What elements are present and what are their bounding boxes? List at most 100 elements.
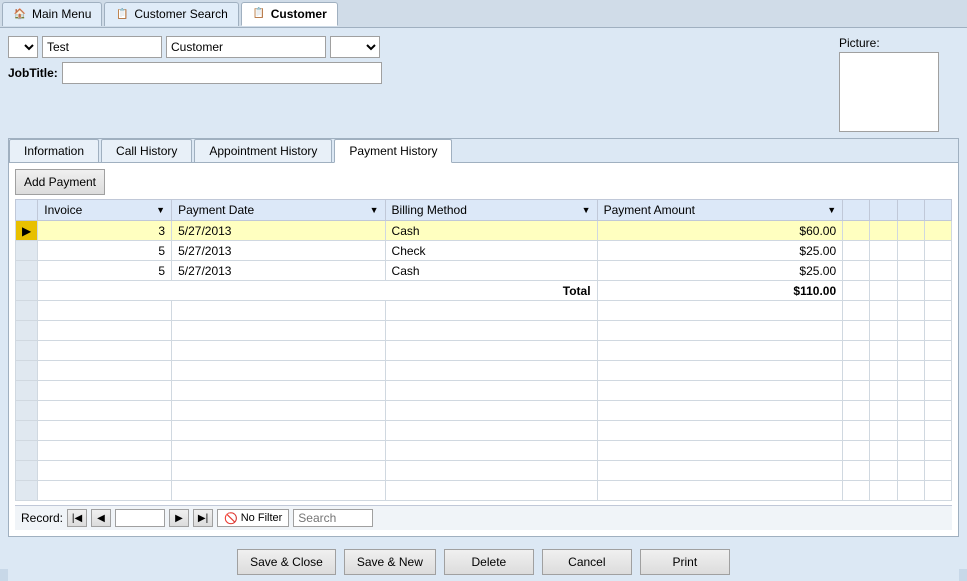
- row-selector-1: ▶: [16, 221, 38, 241]
- billing-method-col-label: Billing Method: [392, 203, 467, 217]
- empty-table-row: [16, 401, 952, 421]
- row-selector-2: [16, 241, 38, 261]
- col-header-payment-date[interactable]: Payment Date ▼: [172, 200, 385, 221]
- extra-col-4: [924, 200, 951, 221]
- delete-button[interactable]: Delete: [444, 549, 534, 575]
- total-empty-d: [924, 281, 951, 301]
- empty-cell-3a: [843, 261, 870, 281]
- save-close-button[interactable]: Save & Close: [237, 549, 336, 575]
- col-header-payment-amount[interactable]: Payment Amount ▼: [597, 200, 843, 221]
- total-empty-b: [870, 281, 897, 301]
- empty-table-row: [16, 301, 952, 321]
- empty-table-row: [16, 481, 952, 501]
- payment-table-wrapper: Invoice ▼ Payment Date ▼: [15, 199, 952, 501]
- tab-customer-search[interactable]: 📋 Customer Search: [104, 2, 238, 26]
- empty-cell-2b: [870, 241, 897, 261]
- main-tab-bar: 🏠 Main Menu 📋 Customer Search 📋 Customer: [0, 0, 967, 28]
- nav-last-button[interactable]: ▶|: [193, 509, 213, 527]
- col-header-billing-method[interactable]: Billing Method ▼: [385, 200, 597, 221]
- empty-cell-3b: [870, 261, 897, 281]
- sub-tab-bar: Information Call History Appointment His…: [9, 139, 958, 163]
- prefix-dropdown[interactable]: Mr. Mrs. Ms.: [8, 36, 38, 58]
- tab-appointment-history[interactable]: Appointment History: [194, 139, 332, 162]
- payment-history-content: Add Payment Invoice ▼: [9, 163, 958, 536]
- payment-amount-cell-3: $25.00: [597, 261, 843, 281]
- print-label: Print: [673, 555, 698, 569]
- empty-cell-2d: [924, 241, 951, 261]
- invoice-sort-arrow: ▼: [156, 205, 165, 215]
- tab-call-history[interactable]: Call History: [101, 139, 192, 162]
- total-row: Total $110.00: [16, 281, 952, 301]
- add-payment-label: Add Payment: [24, 175, 96, 189]
- customer-name-row: Mr. Mrs. Ms. Jr. Sr.: [8, 36, 831, 58]
- customer-header: Mr. Mrs. Ms. Jr. Sr. JobTitle: Picture: [8, 36, 959, 132]
- filter-icon: 🚫: [224, 512, 238, 525]
- payment-date-cell-1: 5/27/2013: [172, 221, 385, 241]
- tab-information[interactable]: Information: [9, 139, 99, 162]
- col-header-invoice[interactable]: Invoice ▼: [38, 200, 172, 221]
- record-search-input[interactable]: [293, 509, 373, 527]
- no-filter-label: No Filter: [241, 512, 283, 524]
- tab-main-menu-label: Main Menu: [32, 7, 91, 21]
- empty-cell-1b: [870, 221, 897, 241]
- row-selector-header: [16, 200, 38, 221]
- customer-search-icon: 📋: [115, 7, 129, 21]
- nav-prev-button[interactable]: ◀: [91, 509, 111, 527]
- tab-customer[interactable]: 📋 Customer: [241, 2, 338, 26]
- jobtitle-input[interactable]: [62, 62, 382, 84]
- empty-cell-2a: [843, 241, 870, 261]
- empty-table-row: [16, 341, 952, 361]
- billing-method-cell-3: Cash: [385, 261, 597, 281]
- extra-col-2: [870, 200, 897, 221]
- empty-table-row: [16, 381, 952, 401]
- empty-cell-3d: [924, 261, 951, 281]
- no-filter-button[interactable]: 🚫 No Filter: [217, 509, 289, 527]
- empty-table-row: [16, 441, 952, 461]
- payment-date-col-label: Payment Date: [178, 203, 254, 217]
- table-row[interactable]: ▶ 3 5/27/2013 Cash $60.00: [16, 221, 952, 241]
- billing-method-sort-arrow: ▼: [582, 205, 591, 215]
- customer-fields: Mr. Mrs. Ms. Jr. Sr. JobTitle:: [8, 36, 831, 84]
- empty-cell-1a: [843, 221, 870, 241]
- print-button[interactable]: Print: [640, 549, 730, 575]
- add-payment-button[interactable]: Add Payment: [15, 169, 105, 195]
- empty-table-row: [16, 421, 952, 441]
- tab-payment-history[interactable]: Payment History: [334, 139, 452, 163]
- billing-method-cell-2: Check: [385, 241, 597, 261]
- tab-call-history-label: Call History: [116, 144, 177, 158]
- extra-col-1: [843, 200, 870, 221]
- table-row[interactable]: 5 5/27/2013 Cash $25.00: [16, 261, 952, 281]
- tab-payment-history-label: Payment History: [349, 144, 437, 158]
- empty-cell-3c: [897, 261, 924, 281]
- invoice-col-label: Invoice: [44, 203, 82, 217]
- record-nav-label: Record:: [21, 511, 63, 525]
- payment-amount-sort-arrow: ▼: [827, 205, 836, 215]
- main-content: Mr. Mrs. Ms. Jr. Sr. JobTitle: Picture: [0, 28, 967, 569]
- sub-tab-container: Information Call History Appointment His…: [8, 138, 959, 537]
- picture-area: Picture:: [839, 36, 959, 132]
- picture-box: [839, 52, 939, 132]
- picture-label: Picture:: [839, 36, 880, 50]
- total-label: Total: [38, 281, 597, 301]
- tab-main-menu[interactable]: 🏠 Main Menu: [2, 2, 102, 26]
- suffix-dropdown[interactable]: Jr. Sr.: [330, 36, 380, 58]
- first-name-input[interactable]: [42, 36, 162, 58]
- total-empty-a: [843, 281, 870, 301]
- record-number-input[interactable]: [115, 509, 165, 527]
- cancel-button[interactable]: Cancel: [542, 549, 632, 575]
- invoice-cell-1: 3: [38, 221, 172, 241]
- nav-next-button[interactable]: ▶: [169, 509, 189, 527]
- payment-date-sort-arrow: ▼: [370, 205, 379, 215]
- last-name-input[interactable]: [166, 36, 326, 58]
- total-row-selector: [16, 281, 38, 301]
- tab-customer-search-label: Customer Search: [134, 7, 227, 21]
- payment-date-cell-3: 5/27/2013: [172, 261, 385, 281]
- save-new-button[interactable]: Save & New: [344, 549, 436, 575]
- payment-table: Invoice ▼ Payment Date ▼: [15, 199, 952, 501]
- table-row[interactable]: 5 5/27/2013 Check $25.00: [16, 241, 952, 261]
- tab-customer-label: Customer: [271, 7, 327, 21]
- tab-information-label: Information: [24, 144, 84, 158]
- empty-cell-1c: [897, 221, 924, 241]
- nav-first-button[interactable]: |◀: [67, 509, 87, 527]
- invoice-cell-3: 5: [38, 261, 172, 281]
